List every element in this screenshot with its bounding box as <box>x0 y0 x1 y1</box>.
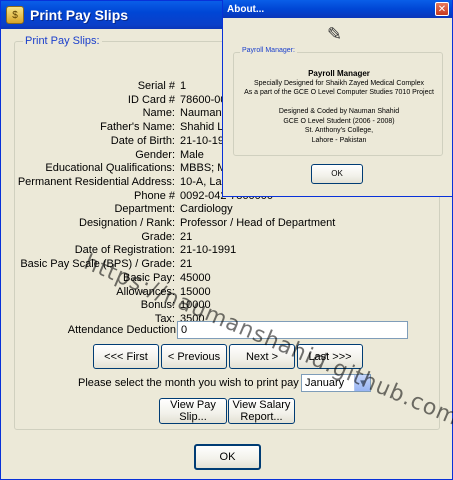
close-icon[interactable]: ✕ <box>435 2 449 16</box>
field-value: 21 <box>180 258 193 271</box>
field-value: 15000 <box>180 285 211 298</box>
attendance-deduction-input[interactable]: 0 <box>177 321 408 339</box>
field-label: Basic Pay: <box>123 271 175 284</box>
field-label: Educational Qualifications: <box>45 162 175 175</box>
field-label: Gender: <box>135 148 175 161</box>
field-label: ID Card # <box>127 93 175 106</box>
first-button[interactable]: <<< First <box>93 344 159 369</box>
field-value: Cardiology <box>180 203 233 216</box>
field-row: Designation / Rank: Professor / Head of D… <box>1 216 453 230</box>
field-value: Male <box>180 148 204 161</box>
view-salary-report-line1: View Salary <box>232 399 291 411</box>
field-value: 21-10-1991 <box>180 244 237 257</box>
month-select[interactable]: January ▼ <box>301 374 371 392</box>
chevron-down-icon[interactable]: ▼ <box>354 375 370 391</box>
about-line: Lahore - Pakistan <box>311 136 367 144</box>
field-value: 21 <box>180 230 193 243</box>
field-label: Allowances: <box>116 285 175 298</box>
about-line: St. Anthony's College, <box>304 127 374 134</box>
field-label: Serial # <box>137 80 175 92</box>
about-title: About... <box>227 3 265 15</box>
field-row: Bonus: 10000 <box>1 298 453 312</box>
field-label: Department: <box>114 203 175 216</box>
view-salary-report-line2: Report... <box>240 411 283 423</box>
field-value: 10000 <box>180 299 211 312</box>
about-group: Payroll Manager: Payroll Manager Speciall… <box>233 47 443 156</box>
field-value: 1 <box>180 80 187 92</box>
attendance-label: Attendance Deduction <box>67 324 176 336</box>
field-label: Phone # <box>134 189 175 202</box>
about-line: Specially Designed for Shaikh Zayed Medi… <box>253 79 425 87</box>
payroll-logo-icon: ✎ <box>327 24 343 44</box>
field-row: Department: Cardiology <box>1 202 453 216</box>
field-label: Designation / Rank: <box>79 217 175 229</box>
field-row: Basic Pay: 45000 <box>1 271 453 285</box>
about-group-label: Payroll Manager: <box>240 47 297 54</box>
field-label: Name: <box>142 107 175 120</box>
about-ok-button[interactable]: OK <box>311 164 363 184</box>
month-selected-value: January <box>305 377 345 389</box>
field-value: Professor / Head of Department <box>180 217 336 229</box>
field-label: Father's Name: <box>100 121 175 134</box>
window-title: Print Pay Slips <box>30 7 129 23</box>
next-button[interactable]: Next > <box>229 344 295 369</box>
field-label: Date of Birth: <box>110 134 175 147</box>
about-line: Designed & Coded by Nauman Shahid <box>278 108 400 115</box>
about-dialog: About... ✕ ✎ Payroll Manager: Payroll Ma… <box>222 0 453 197</box>
about-line: As a part of the GCE O Level Computer St… <box>244 89 434 96</box>
about-line: GCE O Level Student (2006 - 2008) <box>283 117 395 125</box>
field-row: Allowances: 15000 <box>1 285 453 299</box>
group-label: Print Pay Slips: <box>23 35 102 47</box>
previous-button[interactable]: < Previous <box>161 344 227 369</box>
field-label: Grade: <box>141 230 175 243</box>
about-title-bar[interactable]: About... <box>223 0 452 18</box>
last-button[interactable]: Last >>> <box>297 344 363 369</box>
field-row: Grade: 21 <box>1 230 453 244</box>
field-label: Date of Registration: <box>74 244 175 257</box>
field-value: 45000 <box>180 271 211 284</box>
field-label: Basic Pay Scale (BPS) / Grade: <box>20 258 175 271</box>
field-label: Bonus: <box>140 299 175 312</box>
ok-button[interactable]: OK <box>194 444 261 470</box>
about-line: Payroll Manager <box>308 69 370 78</box>
field-label: Permanent Residential Address: <box>17 175 175 188</box>
view-pay-slip-button[interactable]: View Pay Slip... <box>159 398 227 424</box>
field-row: Date of Registration: 21-10-1991 <box>1 243 453 257</box>
app-icon: $ <box>6 6 24 24</box>
view-salary-report-button[interactable]: View Salary Report... <box>228 398 295 424</box>
field-row: Basic Pay Scale (BPS) / Grade: 21 <box>1 257 453 271</box>
